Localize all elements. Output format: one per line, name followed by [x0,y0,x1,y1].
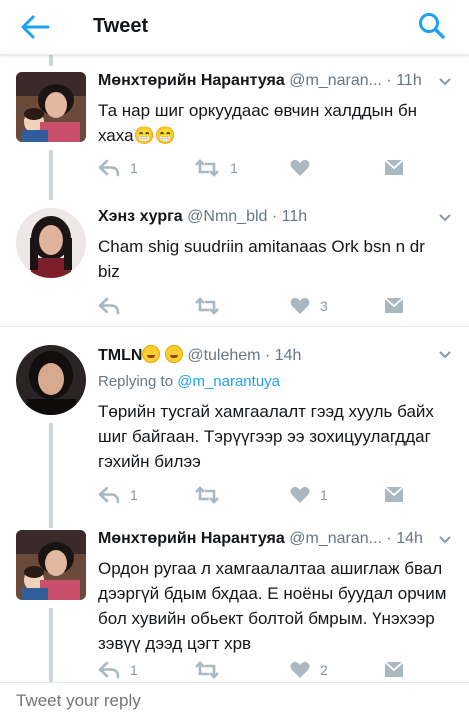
emoji-icon [142,345,161,363]
chevron-down-icon[interactable] [439,536,451,544]
dm-action[interactable] [384,483,404,507]
envelope-icon [384,661,404,677]
thread-connector [49,54,53,66]
like-count: 3 [320,298,328,314]
page-title: Tweet [93,15,149,37]
avatar[interactable] [16,345,86,415]
like-action[interactable]: 3 [290,294,328,318]
reply-icon [98,486,120,504]
tweet-time: 14h [396,530,423,547]
author-handle[interactable]: @tulehem [187,347,260,364]
tweet-text: Ордон ругаа л хамгаалалтаа ашиглаж бвал … [98,559,447,653]
tweet-text: Cham shig suudriin amitanaas Ork bsn n d… [98,237,425,281]
separator-dot: · [264,347,271,364]
tweet-4[interactable]: Мөнхтөрийн Нарантуяа @m_naran... · 14h О… [0,516,469,682]
tweet-header: TMLN @tulehem · 14h [98,345,453,365]
envelope-icon [384,159,404,175]
author-name[interactable]: Мөнхтөрийн Нарантуяа [98,530,285,547]
retweet-action[interactable]: 1 [194,156,238,180]
thread-connector [49,516,53,528]
tweet-header: Мөнхтөрийн Нарантуяа @m_naran... · 14h [98,530,453,548]
separator-dot: · [386,72,392,89]
reply-composer [0,682,469,721]
tweet-text: Төрийн тусгай хамгаалалт гээд хууль байх… [98,402,434,471]
tweet-actions: 1 2 [98,658,418,682]
dm-action[interactable] [384,156,404,180]
thread-connector [49,608,53,682]
dm-action[interactable] [384,294,404,318]
arrow-left-icon[interactable] [18,12,52,42]
tweet-3[interactable]: TMLN @tulehem · 14h Replying to @m_naran… [0,326,469,517]
reply-action[interactable]: 1 [98,658,138,682]
avatar[interactable] [16,208,86,278]
separator-dot: · [271,208,278,225]
like-action[interactable]: 1 [290,483,328,507]
author-handle[interactable]: @m_naran... [289,530,382,547]
tweet-actions: 3 [98,294,418,320]
reply-action[interactable]: 1 [98,156,138,180]
tweet-time: 14h [274,347,302,364]
author-name[interactable]: Мөнхтөрийн Нарантуяа [98,72,285,89]
retweet-count: 1 [230,160,238,176]
avatar[interactable] [16,530,86,600]
tweet-time: 11h [281,208,308,225]
reply-input[interactable] [16,691,436,711]
retweet-icon [195,159,219,177]
author-handle[interactable]: @Nmn_bld [187,208,267,225]
heart-icon [290,159,310,176]
reply-icon [98,159,120,177]
thread-connector [49,423,53,517]
retweet-action[interactable] [194,658,230,682]
chevron-down-icon[interactable] [439,78,451,86]
replying-prefix: Replying to [98,373,174,390]
reply-icon [98,297,120,315]
reply-count: 1 [130,487,138,503]
reply-action[interactable]: 1 [98,483,138,507]
reply-count: 1 [130,160,138,176]
retweet-icon [195,297,219,315]
search-icon[interactable] [416,10,448,42]
separator-dot: · [386,530,392,547]
author-handle[interactable]: @m_naran... [289,72,382,89]
like-count: 1 [320,487,328,503]
tweet-actions: 1 1 [98,156,418,182]
replying-to: Replying to @m_narantuya [98,373,280,390]
envelope-icon [384,486,404,502]
retweet-icon [195,661,219,679]
tweet-1[interactable]: Мөнхтөрийн Нарантуяа @m_naran... · 11h Т… [0,54,469,200]
tweet-header: Хэнз хурга @Nmn_bld · 11h [98,208,453,226]
chevron-down-icon[interactable] [439,351,451,359]
tweet-header: Мөнхтөрийн Нарантуяа @m_naran... · 11h [98,72,453,90]
top-app-bar: Tweet [0,0,469,55]
author-name[interactable]: Хэнз хурга [98,208,183,225]
emoji-icon [164,345,183,363]
tweet-2[interactable]: Хэнз хурга @Nmn_bld · 11h Cham shig suud… [0,200,469,326]
dm-action[interactable] [384,658,404,682]
tweet-actions: 1 1 [98,483,418,509]
like-action[interactable] [290,156,320,180]
like-action[interactable]: 2 [290,658,328,682]
reply-action[interactable] [98,294,130,318]
thread-connector [49,150,53,200]
envelope-icon [384,297,404,313]
conversation-thread: Мөнхтөрийн Нарантуяа @m_naran... · 11h Т… [0,54,469,682]
retweet-icon [195,486,219,504]
reply-icon [98,661,120,679]
retweet-action[interactable] [194,483,230,507]
replying-to-link[interactable]: @m_narantuya [177,373,280,390]
retweet-action[interactable] [194,294,230,318]
tweet-text: Та нар шиг оркуудаас өвчин халддын бн ха… [98,101,418,145]
heart-icon [290,661,310,678]
heart-icon [290,297,310,314]
tweet-time: 11h [396,72,422,89]
avatar[interactable] [16,72,86,142]
heart-icon [290,486,310,503]
reply-count: 1 [130,662,138,678]
like-count: 2 [320,662,328,678]
chevron-down-icon[interactable] [439,214,451,222]
author-name[interactable]: TMLN [98,347,142,364]
